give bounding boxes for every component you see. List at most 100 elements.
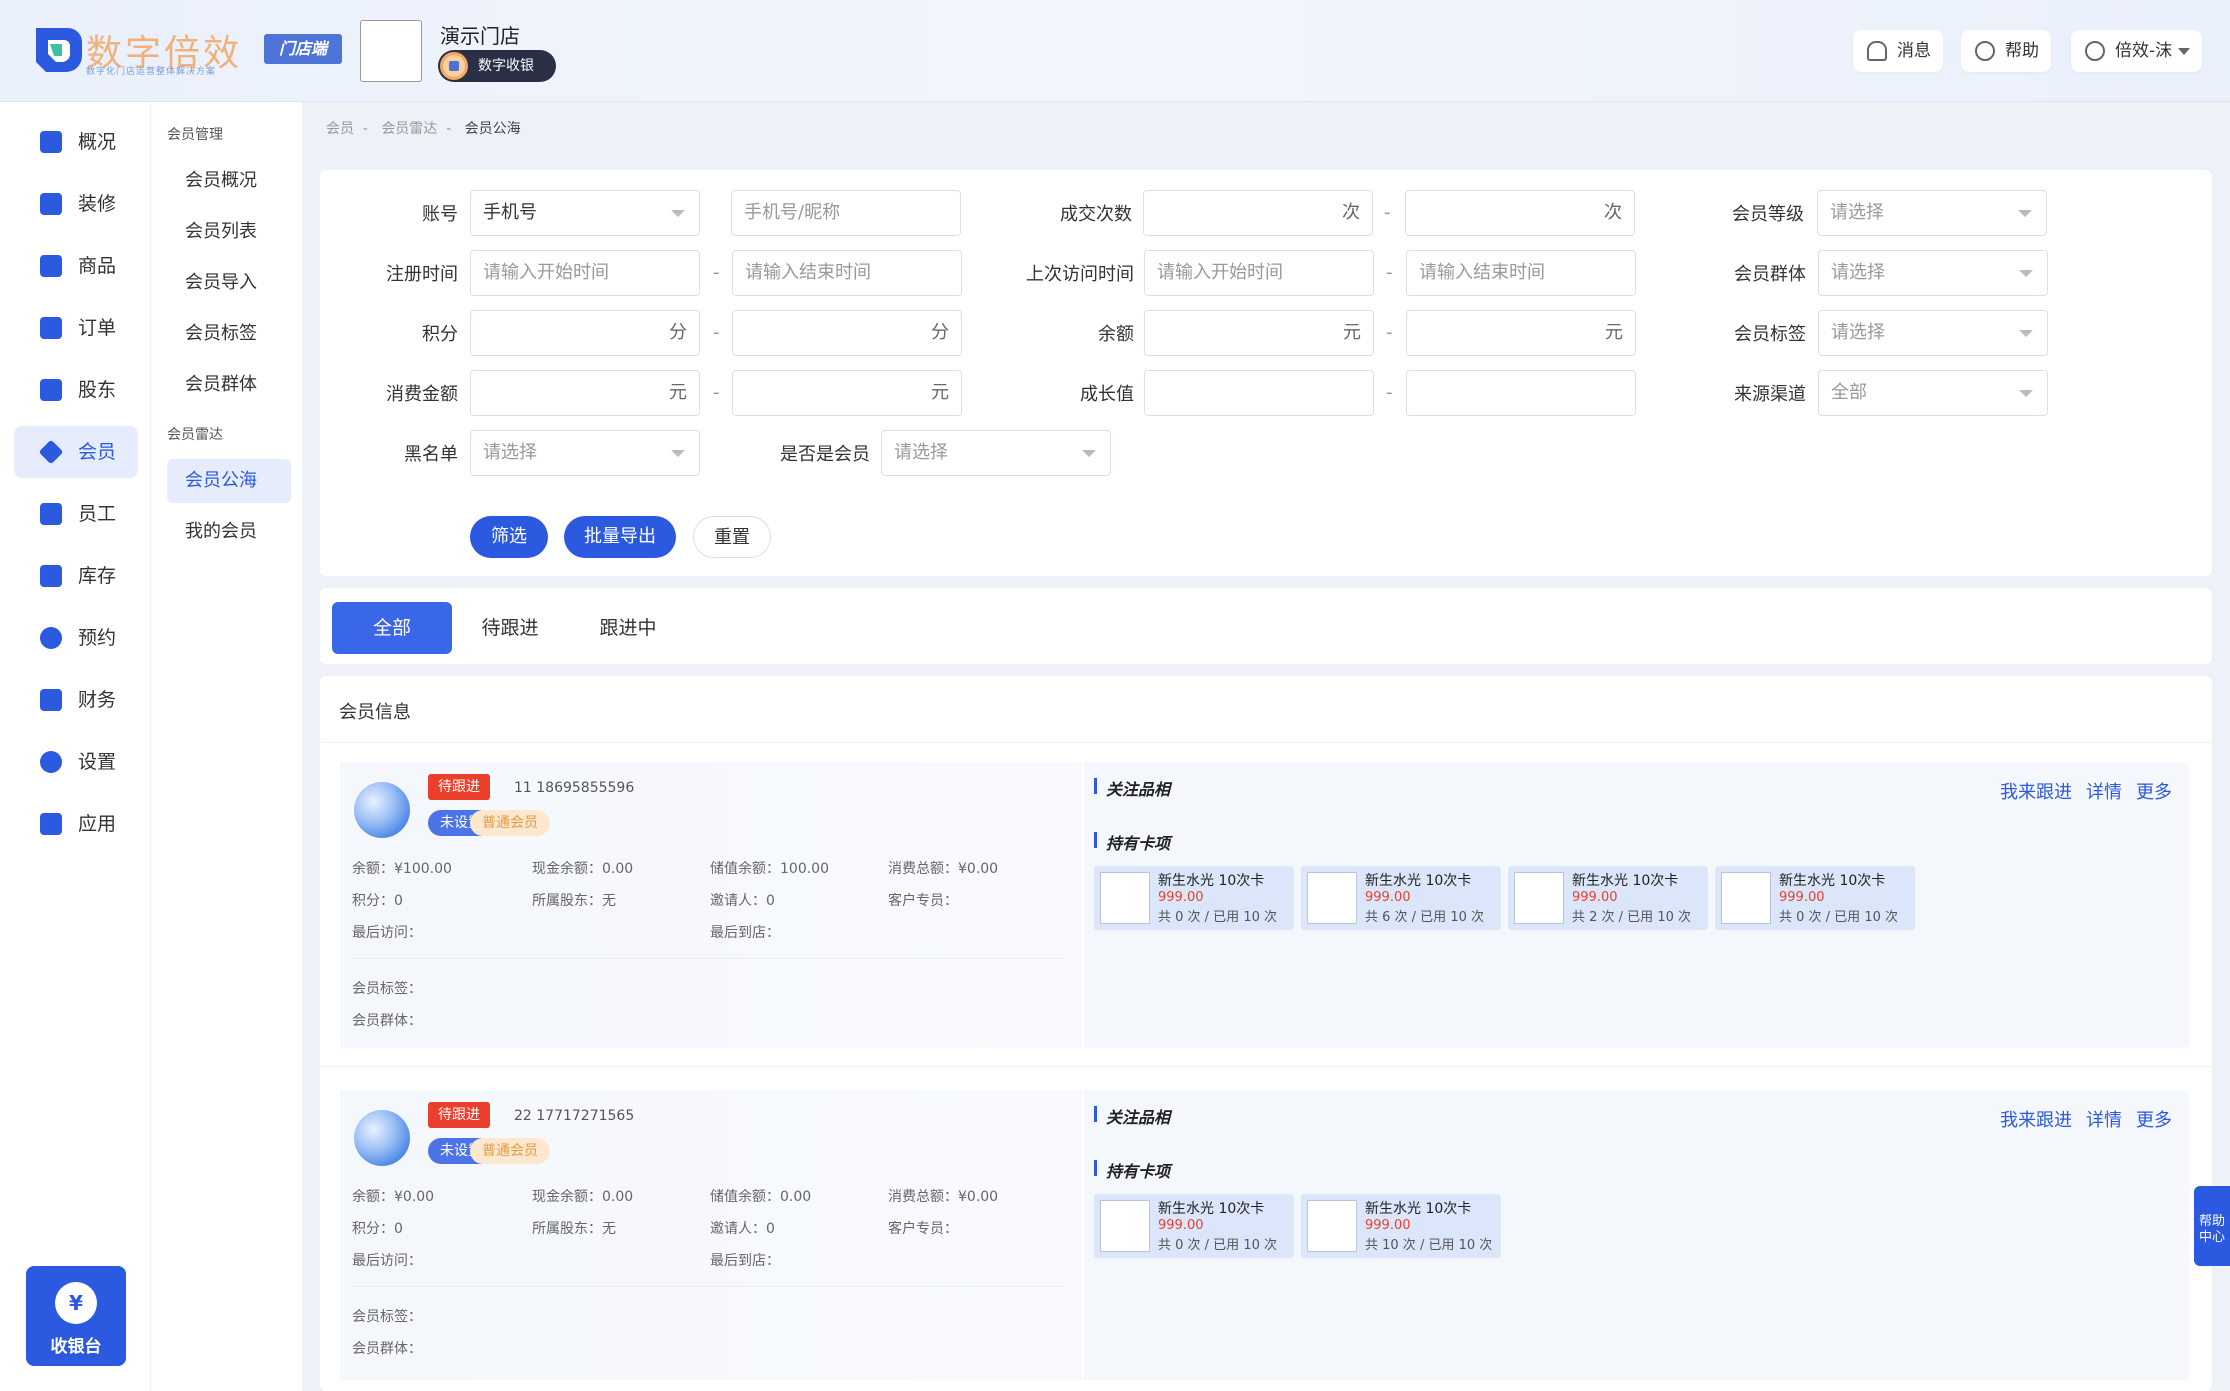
tag-select[interactable]: 请选择 [1818,310,2048,356]
nav-settings[interactable]: 设置 [14,736,138,788]
card-item[interactable]: 新生水光 10次卡 999.00 共 10 次 / 已用 10 次 [1301,1194,1501,1258]
user-menu[interactable]: 倍效-沫 [2071,30,2203,72]
nav-decoration[interactable]: 装修 [14,178,138,230]
nav-staff[interactable]: 员工 [14,488,138,540]
spend-min-input[interactable]: 元 [470,370,700,416]
card-item[interactable]: 新生水光 10次卡 999.00 共 6 次 / 已用 10 次 [1301,866,1501,930]
status-badge: 待跟进 [428,1102,490,1128]
card-price: 999.00 [1158,890,1204,905]
account-input[interactable]: 手机号/昵称 [731,190,961,236]
cash-info: 现金余额：0.00 [532,1186,633,1206]
breadcrumb-item[interactable]: 会员雷达 [381,121,437,137]
points-max-input[interactable]: 分 [732,310,962,356]
messages-button[interactable]: 消息 [1853,30,1943,72]
more-link[interactable]: 更多 [2136,1106,2172,1132]
tab-following[interactable]: 跟进中 [568,602,688,654]
card-item[interactable]: 新生水光 10次卡 999.00 共 2 次 / 已用 10 次 [1508,866,1708,930]
nav-finance[interactable]: 财务 [14,674,138,726]
tab-all[interactable]: 全部 [332,602,452,654]
group-select[interactable]: 请选择 [1818,250,2048,296]
nav-overview[interactable]: 概况 [14,116,138,168]
reg-end-input[interactable]: 请输入结束时间 [732,250,962,296]
visit-end-input[interactable]: 请输入结束时间 [1406,250,1636,296]
groups-label: 会员群体： [352,1013,422,1029]
divider [352,1286,1066,1287]
card-name: 新生水光 10次卡 [1158,1201,1265,1217]
detail-link[interactable]: 详情 [2086,1106,2122,1132]
tab-pending[interactable]: 待跟进 [450,602,570,654]
card-price: 999.00 [1779,890,1825,905]
nav-members[interactable]: 会员 [14,426,138,478]
level-label: 会员等级 [1732,204,1804,225]
card-thumbnail [1514,872,1564,924]
deals-max-input[interactable]: 次 [1405,190,1635,236]
more-link[interactable]: 更多 [2136,778,2172,804]
deals-min-input[interactable]: 次 [1143,190,1373,236]
subnav-member-import[interactable]: 会员导入 [167,261,291,305]
breadcrumb-item[interactable]: 会员 [326,121,354,137]
subnav-member-tags[interactable]: 会员标签 [167,312,291,356]
balance-label: 余额 [1098,324,1134,345]
holder-info: 所属股东：无 [532,1218,616,1238]
spend-max-input[interactable]: 元 [732,370,962,416]
reg-start-input[interactable]: 请输入开始时间 [470,250,700,296]
bell-icon [1867,41,1887,61]
subnav-group-title: 会员雷达 [167,427,223,443]
inviter-label: 邀请人： [710,1221,766,1237]
growth-min-input[interactable] [1144,370,1374,416]
cashier-button[interactable]: ¥ 收银台 [26,1266,126,1366]
total-label: 消费总额： [888,1189,958,1205]
channel-select[interactable]: 全部 [1818,370,2048,416]
nav-apps[interactable]: 应用 [14,798,138,850]
focus-title: 关注品相 [1094,1104,1170,1128]
reset-button[interactable]: 重置 [693,516,771,558]
select-placeholder: 请选择 [1831,322,1885,343]
follow-link[interactable]: 我来跟进 [2000,778,2072,804]
total-value: ¥0.00 [958,861,999,877]
last-store-label: 最后到店： [710,925,780,941]
points-value: 0 [394,1221,403,1237]
points-label: 积分 [422,324,458,345]
subnav-public-pool[interactable]: 会员公海 [167,459,291,503]
balance-max-input[interactable]: 元 [1406,310,1636,356]
help-button[interactable]: 帮助 [1961,30,2051,72]
is-member-select[interactable]: 请选择 [881,430,1111,476]
nav-orders[interactable]: 订单 [14,302,138,354]
cashier-badge-label: 数字收银 [478,58,534,74]
points-info: 积分：0 [352,890,403,910]
nav-goods[interactable]: 商品 [14,240,138,292]
is-member-label: 是否是会员 [780,444,870,465]
card-name: 新生水光 10次卡 [1365,1201,1472,1217]
account-type-select[interactable]: 手机号 [470,190,700,236]
store-tag: 门店端 [264,34,342,64]
filter-button[interactable]: 筛选 [470,516,548,558]
points-min-input[interactable]: 分 [470,310,700,356]
store-name[interactable]: 演示门店 [440,20,520,49]
nav-booking[interactable]: 预约 [14,612,138,664]
blacklist-select[interactable]: 请选择 [470,430,700,476]
card-item[interactable]: 新生水光 10次卡 999.00 共 0 次 / 已用 10 次 [1094,1194,1294,1258]
subnav-member-groups[interactable]: 会员群体 [167,363,291,407]
inviter-label: 邀请人： [710,893,766,909]
follow-link[interactable]: 我来跟进 [2000,1106,2072,1132]
cashier-badge[interactable]: 数字收银 [438,50,556,82]
level-select[interactable]: 请选择 [1817,190,2047,236]
subnav-my-members[interactable]: 我的会员 [167,510,291,554]
help-center-float[interactable]: 帮助中心 [2194,1186,2230,1266]
points-info: 积分：0 [352,1218,403,1238]
nav-shareholders[interactable]: 股东 [14,364,138,416]
subnav-member-overview[interactable]: 会员概况 [167,159,291,203]
member-id-phone: 11 18695855596 [514,780,635,796]
main-sidebar: 概况 装修 商品 订单 股东 会员 员工 库存 预约 财务 设置 应用 [0,102,150,1391]
growth-max-input[interactable] [1406,370,1636,416]
visit-start-input[interactable]: 请输入开始时间 [1144,250,1374,296]
card-item[interactable]: 新生水光 10次卡 999.00 共 0 次 / 已用 10 次 [1094,866,1294,930]
card-item[interactable]: 新生水光 10次卡 999.00 共 0 次 / 已用 10 次 [1715,866,1915,930]
unit: 次 [1604,202,1622,223]
nav-stock[interactable]: 库存 [14,550,138,602]
shield-icon [40,379,62,401]
detail-link[interactable]: 详情 [2086,778,2122,804]
export-button[interactable]: 批量导出 [564,516,676,558]
balance-min-input[interactable]: 元 [1144,310,1374,356]
subnav-member-list[interactable]: 会员列表 [167,210,291,254]
